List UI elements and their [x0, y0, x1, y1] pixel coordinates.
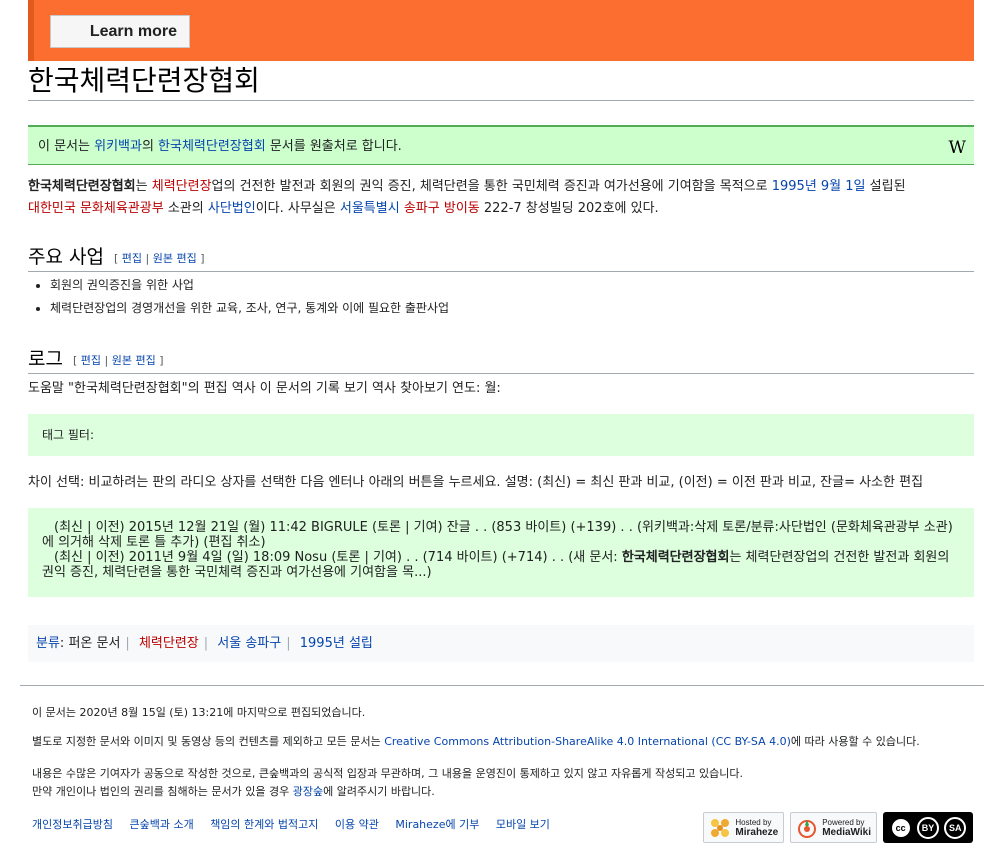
- history-list: (최신 | 이전) 2015년 12월 21일 (월) 11:42 BIGRUL…: [28, 508, 974, 597]
- link-gym[interactable]: 체력단련장: [152, 179, 212, 194]
- by-icon: BY: [916, 816, 939, 839]
- link-songpa[interactable]: 송파구: [404, 201, 440, 216]
- list-item: 회원의 권익증진을 위한 사업: [50, 274, 449, 297]
- wikipedia-link[interactable]: 위키백과: [94, 139, 142, 154]
- category-item[interactable]: 1995년 설립: [300, 636, 373, 651]
- mediawiki-badge[interactable]: Powered by MediaWiki: [790, 812, 877, 843]
- source-notice: 이 문서는 위키백과의 한국체력단련장협회 문서를 원출처로 합니다. W: [28, 125, 974, 165]
- section-edit-links: [ 편집 | 원본 편집 ]: [113, 251, 205, 265]
- edit-source-link[interactable]: 원본 편집: [153, 252, 197, 265]
- footer-link[interactable]: 책임의 한계와 법적고지: [210, 818, 318, 831]
- edit-link[interactable]: 편집: [122, 252, 142, 265]
- link-corp[interactable]: 사단법인: [208, 201, 256, 216]
- footer-links: 개인정보취급방침 큰숲백과 소개 책임의 한계와 법적고지 이용 약관 Mira…: [32, 816, 563, 834]
- learn-more-button[interactable]: Learn more: [50, 15, 190, 48]
- link-seoul[interactable]: 서울특별시: [340, 201, 400, 216]
- mediawiki-icon: [798, 819, 817, 838]
- footer-link[interactable]: Miraheze에 기부: [395, 818, 479, 831]
- footer-link[interactable]: 개인정보취급방침: [32, 818, 113, 831]
- miraheze-icon: [711, 818, 730, 837]
- footer-link[interactable]: 모바일 보기: [496, 818, 550, 831]
- banner-stripe: [28, 0, 34, 61]
- notice-text: 의: [141, 139, 159, 154]
- diff-help: 차이 선택: 비교하려는 판의 라디오 상자를 선택한 다음 엔터나 아래의 버…: [28, 475, 924, 490]
- article-subject: 한국체력단련장협회: [28, 179, 136, 194]
- footer-link[interactable]: 큰숲백과 소개: [129, 818, 193, 831]
- contact-link[interactable]: 광장숲: [293, 785, 323, 798]
- last-edited: 이 문서는 2020년 8월 15일 (토) 13:21에 마지막으로 편집되었…: [32, 706, 366, 719]
- notice-text: 이 문서는: [38, 139, 95, 154]
- history-entry: (최신 | 이전) 2015년 12월 21일 (월) 11:42 BIGRUL…: [42, 520, 953, 550]
- edit-link[interactable]: 편집: [81, 354, 101, 367]
- disclaimer: 내용은 수많은 기여자가 공동으로 작성한 것으로, 큰숲백과의 공식적 입장과…: [32, 767, 743, 798]
- category-item[interactable]: 서울 송파구: [217, 636, 281, 651]
- miraheze-badge[interactable]: Hosted by Miraheze: [703, 812, 785, 843]
- notice-text: 문서를 원출처로 합니다.: [265, 139, 402, 154]
- link-ministry[interactable]: 대한민국 문화체육관광부: [28, 201, 164, 216]
- sa-icon: SA: [944, 816, 967, 839]
- cc-by-sa-badge[interactable]: cc BY SA: [883, 812, 973, 843]
- wikipedia-icon: W: [948, 138, 966, 158]
- list-item: 체력단련장업의 경영개선을 위한 교육, 조사, 연구, 통계와 이에 필요한 …: [50, 297, 449, 320]
- category-item[interactable]: 체력단련장: [139, 636, 199, 651]
- cc-icon: cc: [889, 816, 912, 839]
- link-date[interactable]: 1995년 9월 1일: [772, 179, 866, 194]
- category-label[interactable]: 분류: [36, 636, 60, 651]
- tag-filter: 태그 필터:: [28, 414, 974, 456]
- license-notice: 별도로 지정한 문서와 이미지 및 동영상 등의 컨텐츠를 제외하고 모든 문서…: [32, 735, 920, 748]
- section-edit-links: [ 편집 | 원본 편집 ]: [72, 353, 164, 367]
- page-title: 한국체력단련장협회: [28, 62, 974, 101]
- category-item[interactable]: 퍼온 문서: [68, 636, 120, 651]
- link-bangi[interactable]: 방이동: [444, 201, 480, 216]
- footer-divider: [20, 685, 984, 686]
- footer-link[interactable]: 이용 약관: [335, 818, 379, 831]
- footer-badges: Hosted by Miraheze Powered by MediaWiki cc…: [703, 812, 973, 843]
- intro-paragraph: 한국체력단련장협회는 체력단련장업의 건전한 발전과 회원의 권익 증진, 체력…: [28, 179, 906, 216]
- section-heading-business: 주요 사업[ 편집 | 원본 편집 ]: [28, 242, 974, 272]
- license-link[interactable]: Creative Commons Attribution-ShareAlike …: [384, 735, 791, 748]
- history-entry: (최신 | 이전) 2011년 9월 4일 (일) 18:09 Nosu (토론…: [42, 550, 950, 580]
- edit-source-link[interactable]: 원본 편집: [112, 354, 156, 367]
- business-list: 회원의 권익증진을 위한 사업 체력단련장업의 경영개선을 위한 교육, 조사,…: [28, 274, 449, 320]
- source-article-link[interactable]: 한국체력단련장협회: [158, 139, 266, 154]
- category-links: 분류: 퍼온 문서 | 체력단련장 | 서울 송파구 | 1995년 설립: [28, 625, 974, 662]
- tag-filter-label: 태그 필터:: [42, 428, 95, 442]
- section-heading-log: 로그[ 편집 | 원본 편집 ]: [28, 344, 974, 374]
- history-help-line: 도움말 "한국체력단련장협회"의 편집 역사 이 문서의 기록 보기 역사 찾아…: [28, 381, 501, 396]
